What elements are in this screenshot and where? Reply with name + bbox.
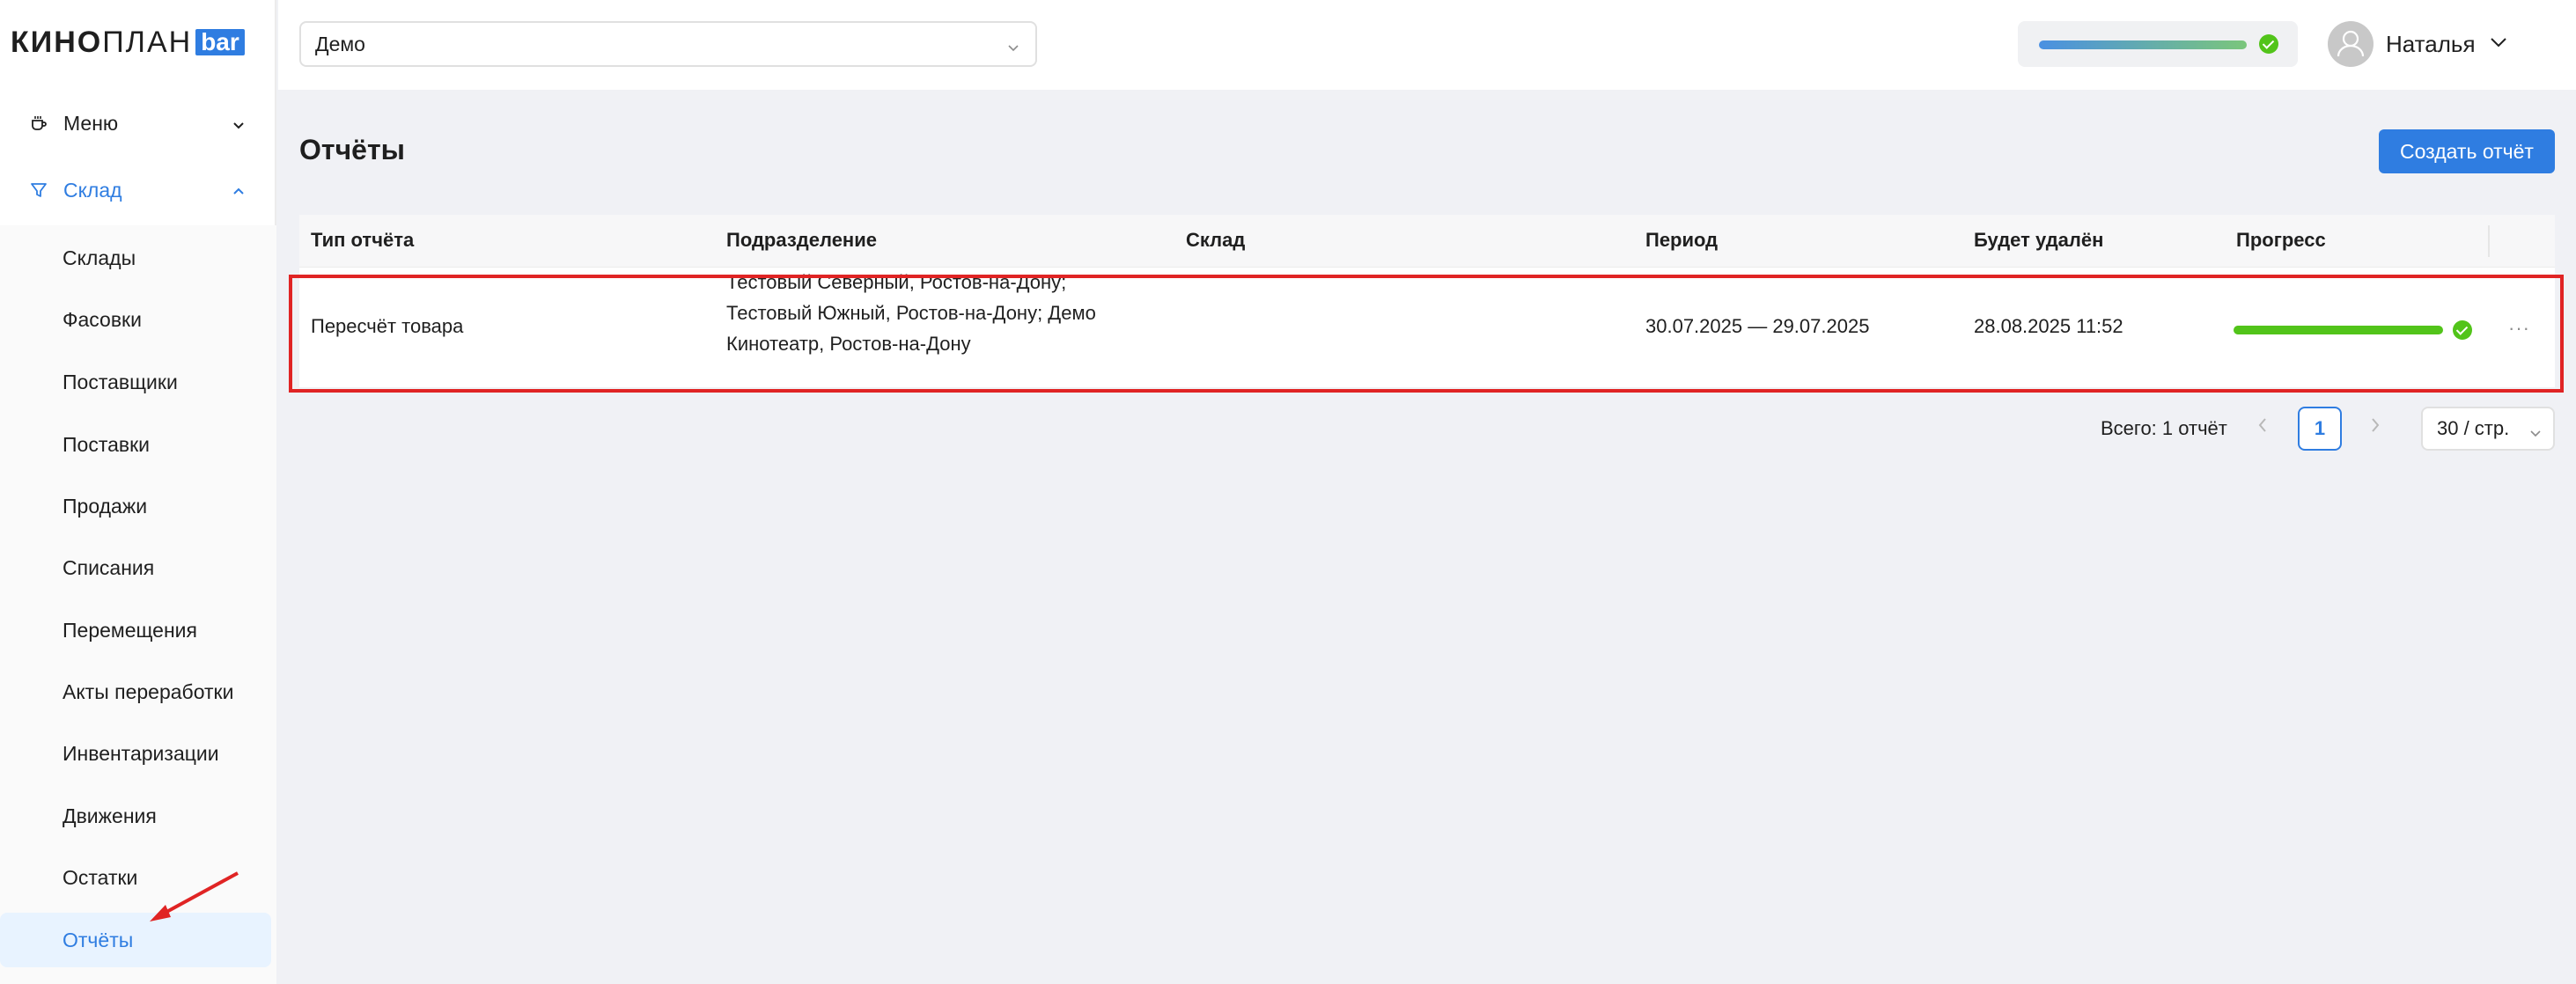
column-divider (2488, 225, 2490, 257)
logo[interactable]: КИНОПЛАН bar (11, 25, 245, 59)
sidebar-item-inventarizatsii[interactable]: Инвентаризации (0, 726, 271, 781)
sidebar-item-ostatki[interactable]: Остатки (0, 850, 271, 905)
pagination-total: Всего: 1 отчёт (2101, 417, 2227, 439)
sidebar-item-akty-pererabotki[interactable]: Акты переработки (0, 665, 271, 719)
avatar (2328, 21, 2374, 67)
cell-division-line: Тестовый Северный, Ростов-на-Дону; (726, 271, 1067, 293)
logo-text-regular: ПЛАН (102, 25, 193, 59)
cell-division-line: Тестовый Южный, Ростов-на-Дону; Демо (726, 302, 1096, 324)
cell-report-type: Пересчёт товара (311, 315, 464, 337)
reports-table: Тип отчёта Подразделение Склад Период Бу… (299, 215, 2555, 387)
success-check-icon (2259, 34, 2278, 54)
report-progress-bar (2234, 326, 2443, 334)
cell-delete-at: 28.08.2025 11:52 (1974, 315, 2123, 337)
cell-division-line: Кинотеатр, Ростов-на-Дону (726, 333, 971, 355)
sidebar-item-peremeshcheniya[interactable]: Перемещения (0, 603, 271, 657)
sidebar-item-sklad-label: Склад (63, 178, 122, 202)
column-header-type[interactable]: Тип отчёта (311, 229, 414, 252)
column-header-progress[interactable]: Прогресс (2236, 229, 2326, 252)
sidebar-item-dvizheniya[interactable]: Движения (0, 789, 271, 843)
sidebar-item-prodazhi[interactable]: Продажи (0, 479, 271, 533)
sync-progress-indicator[interactable] (2018, 21, 2298, 67)
cell-division: Тестовый Северный, Ростов-на-Дону; Тесто… (726, 267, 1096, 359)
more-actions-icon[interactable]: ··· (2508, 317, 2530, 340)
user-menu[interactable]: Наталья (2328, 21, 2509, 67)
chevron-down-icon (1005, 37, 1021, 61)
coffee-cup-icon (28, 113, 49, 134)
page-size-select[interactable]: 30 / стр. (2421, 407, 2555, 451)
success-check-icon (2453, 320, 2472, 340)
sidebar-item-sklad[interactable]: Склад (0, 164, 276, 217)
logo-badge: bar (195, 29, 245, 55)
page-title: Отчёты (299, 134, 405, 165)
sidebar-item-postavki[interactable]: Поставки (0, 417, 271, 472)
sidebar-item-sklady[interactable]: Склады (0, 231, 271, 285)
sidebar-item-menu-label: Меню (63, 111, 119, 135)
sync-progress-bar (2039, 40, 2247, 49)
logo-text-bold: КИНО (11, 25, 103, 59)
chevron-down-icon (2528, 422, 2543, 445)
column-header-division[interactable]: Подразделение (726, 229, 877, 252)
chevron-up-icon (231, 181, 247, 205)
funnel-icon (28, 180, 49, 201)
sidebar-item-fasovki[interactable]: Фасовки (0, 292, 271, 347)
table-header: Тип отчёта Подразделение Склад Период Бу… (299, 215, 2555, 268)
organization-select[interactable]: Демо (299, 21, 1037, 67)
organization-select-value: Демо (315, 32, 365, 55)
top-header: Демо Наталья (278, 0, 2576, 90)
column-header-delete-at[interactable]: Будет удалён (1974, 229, 2103, 252)
sidebar-item-spisaniya[interactable]: Списания (0, 540, 271, 595)
prev-page-icon[interactable] (2256, 415, 2270, 440)
sidebar-item-postavshchiki[interactable]: Поставщики (0, 355, 271, 409)
page-number-button[interactable]: 1 (2298, 407, 2342, 451)
sidebar-item-menu[interactable]: Меню (0, 97, 276, 150)
sidebar-item-otchety[interactable]: Отчёты (0, 913, 271, 967)
user-name: Наталья (2386, 30, 2476, 57)
create-report-button[interactable]: Создать отчёт (2379, 129, 2555, 173)
chevron-down-icon (2488, 32, 2509, 57)
chevron-down-icon (231, 114, 247, 138)
next-page-icon[interactable] (2368, 415, 2382, 440)
sidebar: КИНОПЛАН bar Меню Склад Склады Фасовки П… (0, 0, 276, 984)
cell-period: 30.07.2025 — 29.07.2025 (1645, 315, 1870, 337)
page-size-value: 30 / стр. (2437, 417, 2510, 439)
column-header-warehouse[interactable]: Склад (1186, 229, 1245, 252)
table-row[interactable]: Пересчёт товара Тестовый Северный, Росто… (299, 268, 2555, 387)
column-header-period[interactable]: Период (1645, 229, 1718, 252)
